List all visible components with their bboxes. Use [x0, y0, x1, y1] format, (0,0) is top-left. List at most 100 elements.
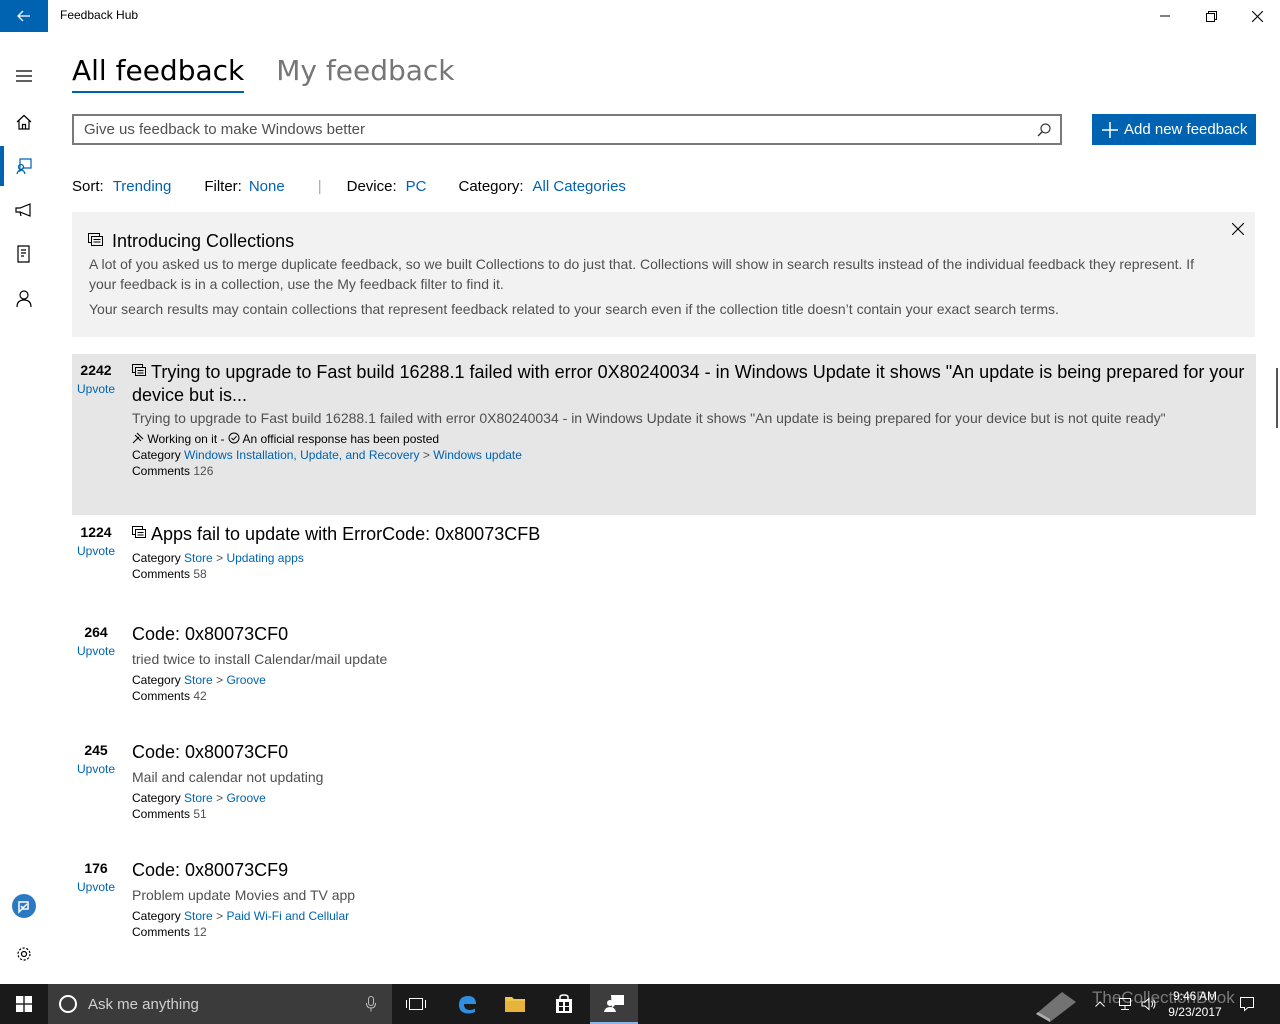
feedback-title[interactable]: Code: 0x80073CF9 — [132, 859, 1248, 882]
minimize-icon — [1160, 15, 1170, 17]
upvote-button[interactable]: Upvote — [72, 644, 120, 658]
cortana-placeholder: Ask me anything — [88, 996, 199, 1013]
action-center-button[interactable] — [1234, 984, 1260, 1024]
volume-button[interactable] — [1138, 984, 1160, 1024]
comments-count: 12 — [193, 925, 207, 939]
category-label: Category — [132, 791, 181, 805]
category-separator: > — [216, 673, 224, 687]
feedback-item[interactable]: 245 Upvote Code: 0x80073CF0 Mail and cal… — [72, 736, 1256, 836]
feedback-comments: Comments 42 — [132, 688, 1248, 704]
gear-icon — [17, 947, 31, 961]
tab-all-feedback[interactable]: All feedback — [72, 54, 245, 93]
store-taskbar-button[interactable] — [540, 984, 588, 1024]
quests-icon — [17, 245, 30, 263]
back-button[interactable] — [0, 0, 48, 32]
feedback-item[interactable]: 2242 Upvote Trying to upgrade to Fast bu… — [72, 354, 1256, 515]
feedback-category: Category Store > Paid Wi-Fi and Cellular — [132, 908, 1248, 924]
filter-dropdown[interactable]: None — [249, 178, 285, 195]
category-label: Category: — [458, 178, 524, 195]
file-explorer-taskbar-button[interactable] — [491, 984, 539, 1024]
search-input[interactable]: Give us feedback to make Windows better — [72, 114, 1062, 145]
edge-icon — [459, 996, 476, 1014]
pivot-tabs: All feedback My feedback — [72, 54, 455, 93]
app-title: Feedback Hub — [60, 8, 139, 22]
feedback-category: Category Store > Groove — [132, 672, 1248, 688]
task-view-icon — [406, 998, 426, 1010]
subcategory-link[interactable]: Updating apps — [226, 551, 303, 565]
taskbar: Ask me anything TheCollectionBook 9:46 A… — [0, 984, 1280, 1024]
nav-home[interactable] — [0, 100, 48, 144]
feedback-item[interactable]: 176 Upvote Code: 0x80073CF9 Problem upda… — [72, 854, 1256, 954]
nav-settings[interactable] — [0, 932, 48, 976]
category-dropdown[interactable]: All Categories — [533, 178, 626, 195]
feedback-title[interactable]: Trying to upgrade to Fast build 16288.1 … — [132, 361, 1248, 407]
collection-icon — [132, 364, 146, 376]
category-label: Category — [132, 909, 181, 923]
subcategory-link[interactable]: Groove — [226, 673, 265, 687]
banner-paragraph-1: A lot of you asked us to merge duplicate… — [89, 256, 1195, 292]
task-view-button[interactable] — [392, 984, 440, 1024]
category-link[interactable]: Store — [184, 909, 213, 923]
device-dropdown[interactable]: PC — [406, 178, 427, 195]
edge-taskbar-button[interactable] — [443, 984, 491, 1024]
nav-profile[interactable] — [0, 276, 48, 320]
category-link[interactable]: Store — [184, 673, 213, 687]
filter-label: Filter: — [204, 178, 242, 195]
add-new-feedback-button[interactable]: Add new feedback — [1092, 114, 1256, 145]
cortana-search-box[interactable]: Ask me anything — [48, 984, 392, 1024]
nav-feedback[interactable] — [0, 144, 48, 188]
banner-close-button[interactable] — [1229, 220, 1247, 238]
notification-icon — [1240, 997, 1254, 1012]
network-button[interactable] — [1114, 984, 1136, 1024]
feedback-comments: Comments 51 — [132, 806, 1248, 822]
feedback-title[interactable]: Apps fail to update with ErrorCode: 0x80… — [132, 523, 1248, 546]
show-hidden-icons-button[interactable] — [1090, 984, 1110, 1024]
collection-icon — [132, 526, 146, 538]
category-label: Category — [132, 551, 181, 565]
feedback-title[interactable]: Code: 0x80073CF0 — [132, 623, 1248, 646]
minimize-button[interactable] — [1142, 0, 1188, 32]
sort-dropdown[interactable]: Trending — [113, 178, 172, 195]
subcategory-link[interactable]: Windows update — [433, 448, 522, 462]
insider-icon — [12, 894, 36, 918]
hamburger-menu-button[interactable] — [0, 54, 48, 98]
feedback-item[interactable]: 1224 Upvote Apps fail to update with Err… — [72, 518, 1256, 598]
sort-label: Sort: — [72, 178, 104, 195]
upvote-button[interactable]: Upvote — [72, 762, 120, 776]
feedback-category: Category Store > Groove — [132, 790, 1248, 806]
megaphone-icon — [15, 203, 31, 217]
tab-my-feedback[interactable]: My feedback — [276, 54, 454, 93]
comments-label: Comments — [132, 925, 191, 939]
upvote-button[interactable]: Upvote — [72, 382, 120, 396]
nav-insider[interactable] — [0, 884, 48, 928]
category-link[interactable]: Store — [184, 551, 213, 565]
search-icon[interactable] — [1034, 120, 1054, 140]
vote-block: 264 Upvote — [72, 624, 120, 658]
vote-block: 2242 Upvote — [72, 362, 120, 396]
microphone-icon[interactable] — [366, 996, 376, 1012]
device-label: Device: — [346, 178, 397, 195]
feedback-comments: Comments 12 — [132, 924, 1248, 940]
upvote-button[interactable]: Upvote — [72, 880, 120, 894]
working-icon — [132, 432, 144, 444]
feedback-item[interactable]: 264 Upvote Code: 0x80073CF0 tried twice … — [72, 618, 1256, 718]
category-link[interactable]: Store — [184, 791, 213, 805]
hamburger-icon — [16, 70, 32, 82]
taskbar-clock[interactable]: 9:46 AM 9/23/2017 — [1160, 988, 1230, 1020]
vote-count: 176 — [84, 860, 108, 876]
restore-button[interactable] — [1188, 0, 1234, 32]
nav-quests[interactable] — [0, 232, 48, 276]
subcategory-link[interactable]: Paid Wi-Fi and Cellular — [226, 909, 349, 923]
upvote-button[interactable]: Upvote — [72, 544, 120, 558]
category-link[interactable]: Windows Installation, Update, and Recove… — [184, 448, 419, 462]
close-window-button[interactable] — [1234, 0, 1280, 32]
feedback-hub-taskbar-button[interactable] — [590, 984, 638, 1024]
subcategory-link[interactable]: Groove — [226, 791, 265, 805]
status-text: Working on it - — [147, 432, 225, 446]
search-placeholder: Give us feedback to make Windows better — [84, 121, 365, 138]
feedback-title[interactable]: Code: 0x80073CF0 — [132, 741, 1248, 764]
start-button[interactable] — [0, 984, 48, 1024]
left-navigation — [0, 32, 48, 984]
nav-announcements[interactable] — [0, 188, 48, 232]
scrollbar-thumb[interactable] — [1276, 368, 1278, 428]
